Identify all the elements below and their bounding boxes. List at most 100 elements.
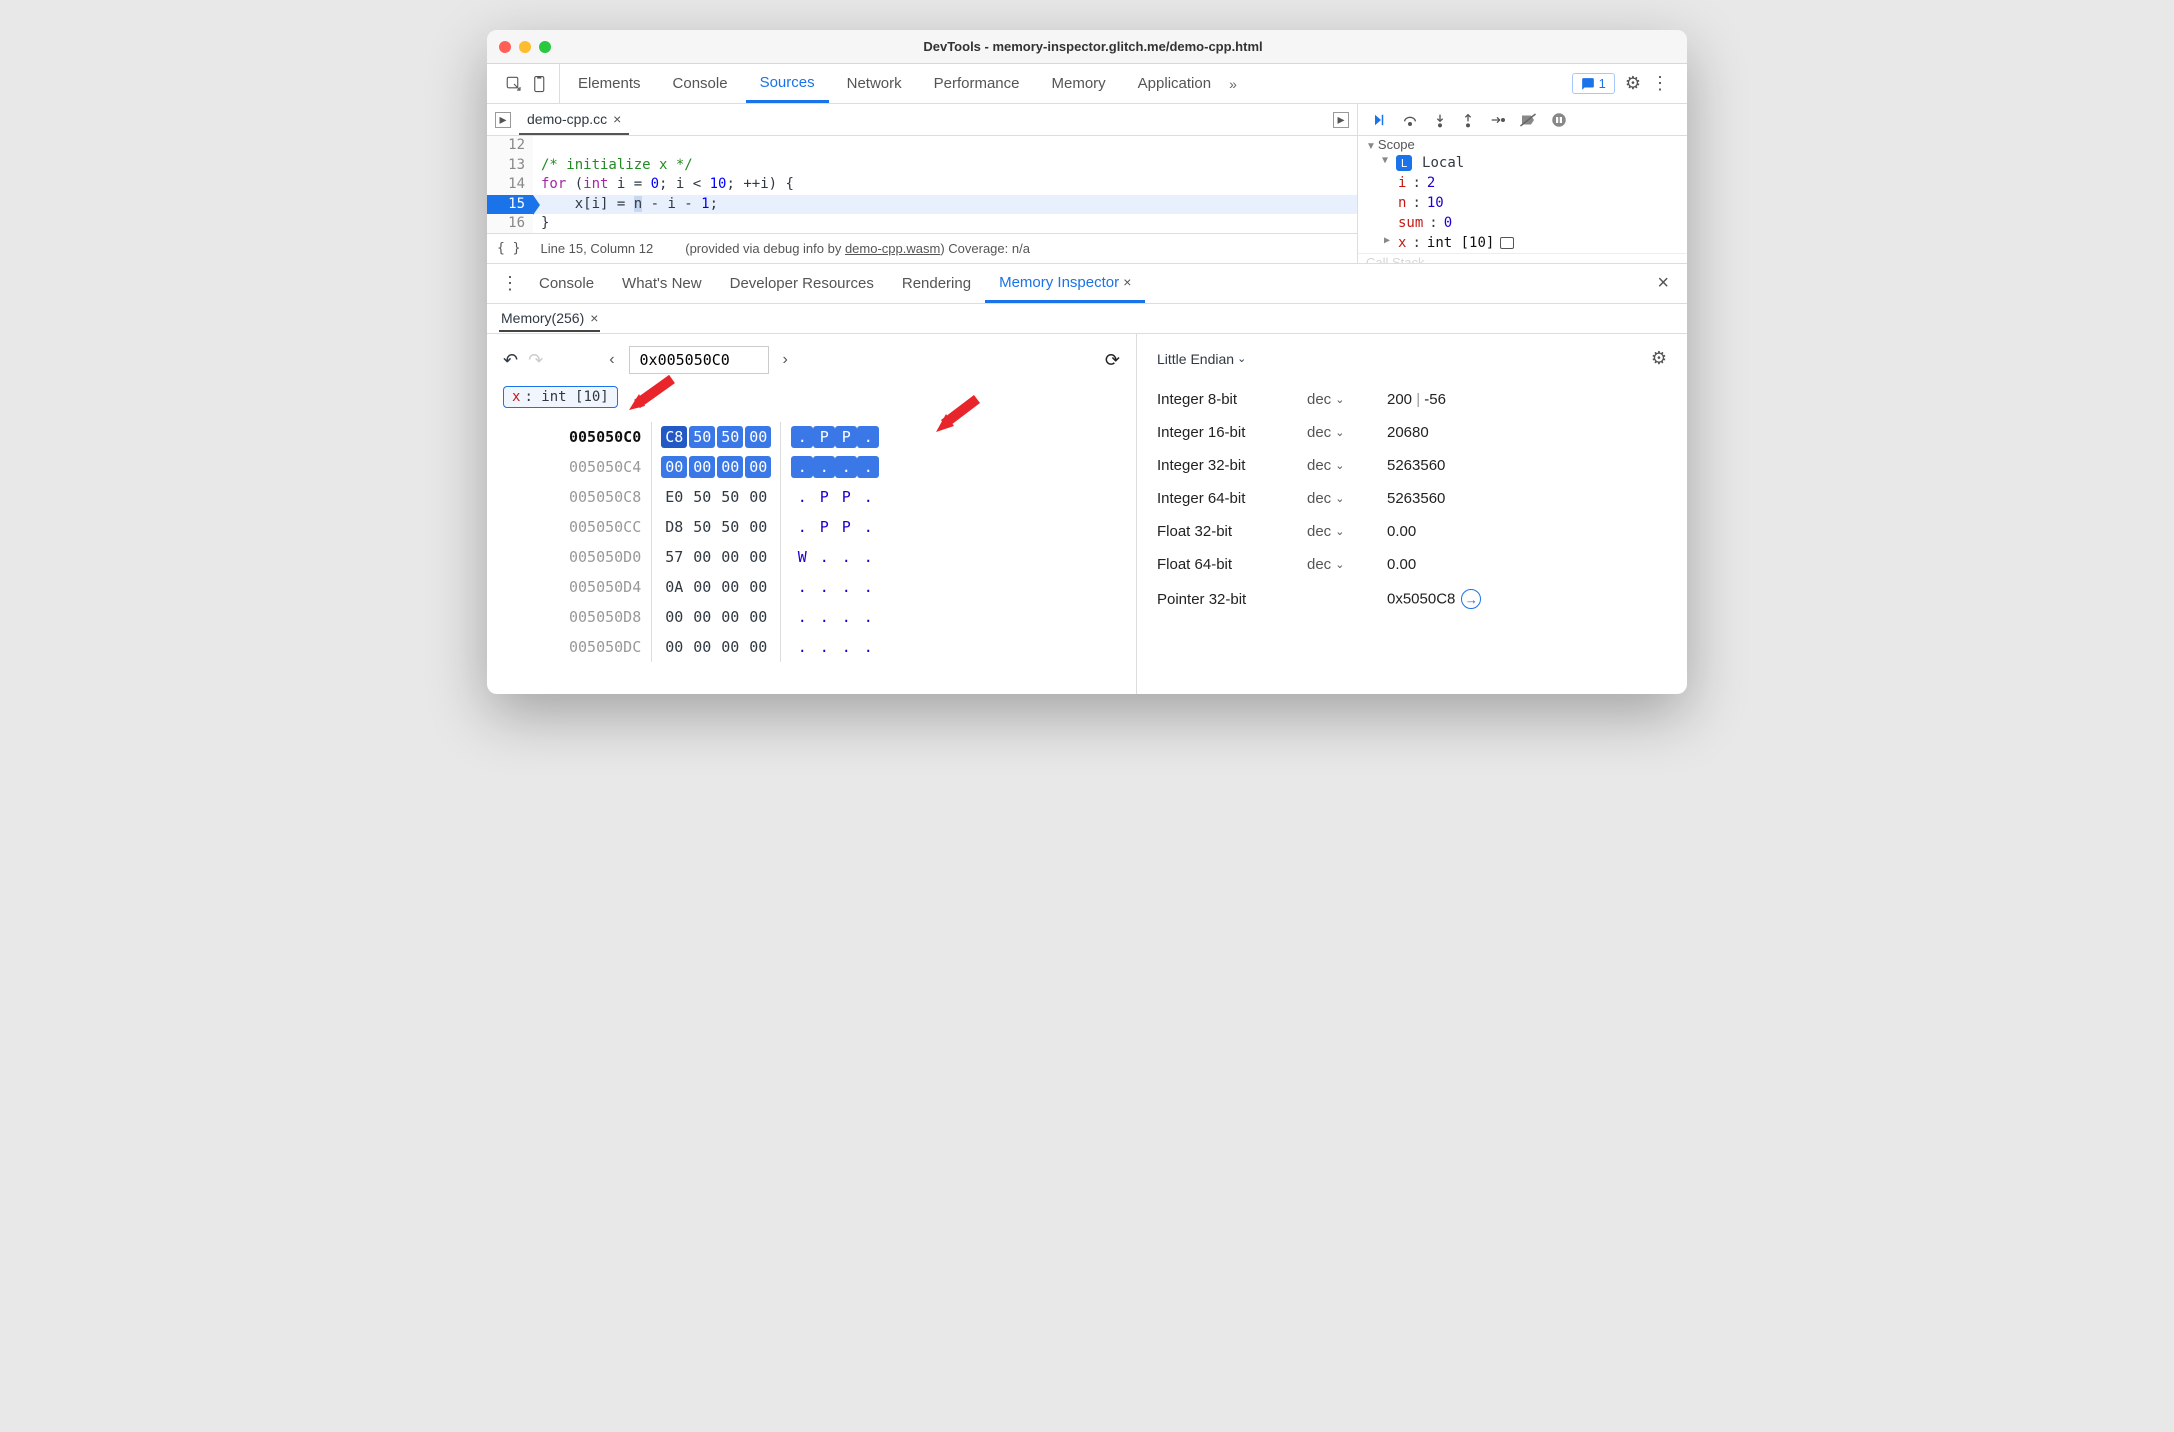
navigator-toggle-icon[interactable]: ▸ — [495, 112, 511, 128]
drawer-menu-icon[interactable]: ⋮ — [495, 273, 525, 294]
tab-sources[interactable]: Sources — [746, 65, 829, 103]
prev-page-icon[interactable]: ‹ — [603, 351, 620, 369]
tab-elements[interactable]: Elements — [564, 65, 655, 103]
format-select[interactable]: dec⌄ — [1307, 457, 1387, 474]
format-select[interactable]: dec⌄ — [1307, 391, 1387, 408]
prettyprint-icon[interactable]: { } — [497, 241, 528, 256]
code-text: } — [533, 214, 549, 233]
refresh-icon[interactable]: ⟳ — [1105, 350, 1120, 371]
hex-row[interactable]: 005050C8 E0505000 .PP. — [563, 482, 885, 512]
device-toggle-icon[interactable] — [531, 75, 549, 93]
debugger-toolbar — [1358, 104, 1687, 136]
memory-viewer: ↶ ↷ ‹ › ⟳ x: int [10] 005050C0 — [487, 334, 1137, 694]
more-menu-icon[interactable]: ⋮ — [1651, 73, 1669, 94]
close-drawer-icon[interactable]: × — [1657, 272, 1669, 295]
annotation-arrow-icon — [932, 394, 982, 434]
scope-var-n[interactable]: n: 10 — [1358, 193, 1687, 213]
tab-performance[interactable]: Performance — [920, 65, 1034, 103]
step-out-icon[interactable] — [1460, 111, 1476, 129]
hex-row[interactable]: 005050DC 00000000 .... — [563, 632, 885, 662]
settings-icon[interactable]: ⚙ — [1625, 73, 1641, 94]
scope-var-i[interactable]: i: 2 — [1358, 173, 1687, 193]
value-row-int16: Integer 16-bit dec⌄ 20680 — [1157, 416, 1667, 449]
address-input[interactable] — [629, 346, 769, 374]
value-row-int8: Integer 8-bit dec⌄ 200 | -56 — [1157, 383, 1667, 416]
drawer-tab-memory-inspector[interactable]: Memory Inspector × — [985, 265, 1145, 303]
value-row-int64: Integer 64-bit dec⌄ 5263560 — [1157, 482, 1667, 515]
format-select[interactable]: dec⌄ — [1307, 490, 1387, 507]
line-number: 14 — [487, 175, 533, 195]
execution-line: 15 x[i] = n - i - 1; — [487, 195, 1357, 215]
drawer-tab-console[interactable]: Console — [525, 265, 608, 303]
jump-to-address-icon[interactable]: → — [1461, 589, 1481, 609]
file-tab-demo-cpp[interactable]: demo-cpp.cc × — [519, 105, 629, 135]
tab-memory[interactable]: Memory — [1038, 65, 1120, 103]
hex-address: 005050C4 — [563, 452, 652, 482]
redo-icon[interactable]: ↷ — [528, 350, 543, 371]
hex-address: 005050D8 — [563, 602, 652, 632]
chat-icon — [1581, 77, 1595, 91]
hex-row[interactable]: 005050D0 57000000 W... — [563, 542, 885, 572]
scope-var-sum[interactable]: sum: 0 — [1358, 213, 1687, 233]
memory-subtab-bar: Memory(256) × — [487, 304, 1687, 334]
close-icon[interactable]: × — [590, 310, 598, 326]
wasm-link[interactable]: demo-cpp.wasm — [845, 241, 940, 256]
drawer-tab-devres[interactable]: Developer Resources — [716, 265, 888, 303]
callstack-header[interactable]: Call Stack — [1358, 253, 1687, 263]
scope-var-x[interactable]: ▶x: int [10] — [1358, 233, 1687, 253]
hex-row[interactable]: 005050C4 00000000 .... — [563, 452, 885, 482]
tab-console[interactable]: Console — [659, 65, 742, 103]
hex-row[interactable]: 005050D8 00000000 .... — [563, 602, 885, 632]
annotation-arrow-icon — [627, 374, 677, 414]
messages-badge[interactable]: 1 — [1572, 73, 1615, 94]
hex-row[interactable]: 005050D4 0A000000 .... — [563, 572, 885, 602]
format-select[interactable]: dec⌄ — [1307, 424, 1387, 441]
step-icon[interactable] — [1488, 112, 1506, 128]
deactivate-breakpoints-icon[interactable] — [1518, 111, 1538, 129]
window-title: DevTools - memory-inspector.glitch.me/de… — [511, 39, 1675, 54]
line-number: 16 — [487, 214, 533, 233]
hex-address: 005050D4 — [563, 572, 652, 602]
scope-header[interactable]: ▼Scope — [1358, 136, 1687, 153]
object-chip[interactable]: x: int [10] — [503, 386, 618, 408]
line-number: 15 — [487, 195, 533, 215]
close-icon[interactable]: × — [1123, 274, 1131, 290]
hex-address: 005050C0 — [563, 422, 652, 452]
drawer-tab-whatsnew[interactable]: What's New — [608, 265, 716, 303]
next-page-icon[interactable]: › — [777, 351, 794, 369]
code-text: for (int i = 0; i < 10; ++i) { — [533, 175, 794, 195]
code-editor[interactable]: 12 13/* initialize x */ 14for (int i = 0… — [487, 136, 1357, 233]
scope-panel: ▼Scope ▼LLocal i: 2 n: 10 sum: 0 ▶x: int… — [1358, 136, 1687, 263]
close-icon[interactable]: × — [613, 111, 621, 127]
more-tabs-icon[interactable]: » — [1229, 76, 1237, 92]
value-row-float64: Float 64-bit dec⌄ 0.00 — [1157, 548, 1667, 581]
value-settings-icon[interactable]: ⚙ — [1651, 348, 1667, 369]
tab-network[interactable]: Network — [833, 65, 916, 103]
snippets-run-icon[interactable]: ▸ — [1333, 112, 1349, 128]
scope-local[interactable]: ▼LLocal — [1358, 153, 1687, 173]
undo-icon[interactable]: ↶ — [503, 350, 518, 371]
step-over-icon[interactable] — [1400, 112, 1420, 128]
hex-row[interactable]: 005050CC D8505000 .PP. — [563, 512, 885, 542]
resume-icon[interactable] — [1368, 111, 1388, 129]
value-row-float32: Float 32-bit dec⌄ 0.00 — [1157, 515, 1667, 548]
file-tab-label: demo-cpp.cc — [527, 111, 607, 127]
code-status-bar: { } Line 15, Column 12 (provided via deb… — [487, 233, 1357, 263]
hex-row[interactable]: 005050C0 C8505000 .PP. — [563, 422, 885, 452]
step-into-icon[interactable] — [1432, 111, 1448, 129]
format-select[interactable]: dec⌄ — [1307, 556, 1387, 573]
value-row-pointer32: Pointer 32-bit 0x5050C8→ — [1157, 581, 1667, 617]
memory-chip-icon[interactable] — [1500, 237, 1514, 249]
drawer-tabs: ⋮ Console What's New Developer Resources… — [487, 264, 1687, 304]
format-select[interactable]: dec⌄ — [1307, 523, 1387, 540]
hex-address: 005050CC — [563, 512, 652, 542]
close-window-button[interactable] — [499, 41, 511, 53]
pause-exceptions-icon[interactable] — [1550, 111, 1568, 129]
endianness-select[interactable]: Little Endian — [1157, 351, 1234, 367]
drawer-tab-rendering[interactable]: Rendering — [888, 265, 985, 303]
inspect-icon[interactable] — [505, 75, 523, 93]
tab-application[interactable]: Application — [1124, 65, 1225, 103]
value-interpreter: Little Endian ⌄ ⚙ Integer 8-bit dec⌄ 200… — [1137, 334, 1687, 694]
line-number: 13 — [487, 156, 533, 176]
memory-subtab[interactable]: Memory(256) × — [499, 306, 600, 332]
